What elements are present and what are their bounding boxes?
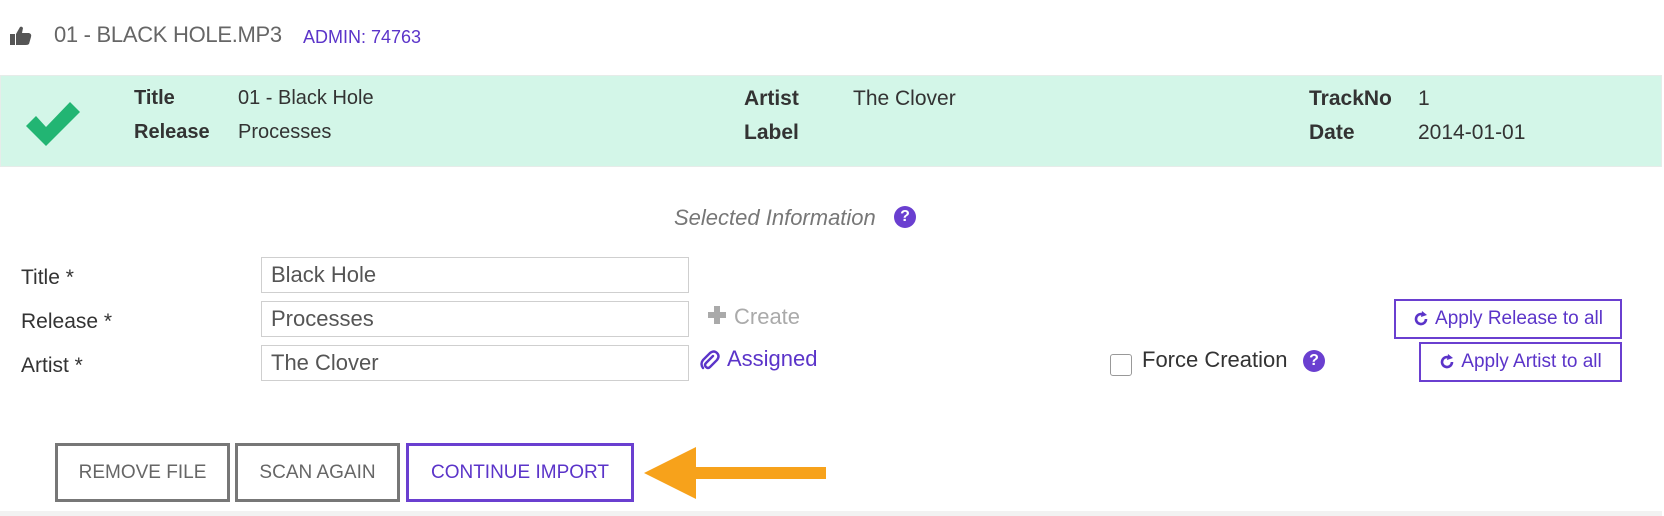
refresh-icon <box>1440 354 1454 369</box>
match-artist-value: The Clover <box>853 87 956 110</box>
plus-icon <box>708 306 726 324</box>
match-trackno-value: 1 <box>1418 87 1430 110</box>
match-label-label: Label <box>744 121 799 144</box>
title-field-label: Title * <box>21 266 74 289</box>
selected-information-heading: Selected Information <box>674 205 876 230</box>
arrow-left-icon <box>644 447 826 499</box>
apply-artist-label: Apply Artist to all <box>1461 351 1602 372</box>
release-input[interactable] <box>261 301 689 337</box>
match-date-label: Date <box>1309 121 1355 144</box>
divider <box>0 511 1662 516</box>
force-creation-label: Force Creation <box>1142 347 1288 372</box>
help-icon[interactable]: ? <box>1303 350 1325 372</box>
artist-input[interactable] <box>261 345 689 381</box>
assigned-artist-link[interactable]: Assigned <box>727 346 818 372</box>
admin-id-link[interactable]: ADMIN: 74763 <box>303 27 421 48</box>
title-input[interactable] <box>261 257 689 293</box>
checkmark-icon <box>26 102 80 146</box>
scan-again-button[interactable]: SCAN AGAIN <box>235 443 400 502</box>
match-artist-label: Artist <box>744 87 799 110</box>
apply-release-label: Apply Release to all <box>1435 308 1603 329</box>
apply-release-to-all-button[interactable]: Apply Release to all <box>1394 299 1622 339</box>
match-release-label: Release <box>134 121 210 143</box>
remove-file-button[interactable]: REMOVE FILE <box>55 443 230 502</box>
file-name: 01 - BLACK HOLE.MP3 <box>54 22 282 47</box>
create-release-link[interactable]: Create <box>734 304 800 330</box>
match-release-value: Processes <box>238 121 332 143</box>
release-field-label: Release * <box>21 310 113 333</box>
refresh-icon <box>1414 311 1428 326</box>
match-title-value: 01 - Black Hole <box>238 87 374 109</box>
paperclip-icon <box>700 350 720 370</box>
continue-import-button[interactable]: CONTINUE IMPORT <box>406 443 634 502</box>
match-date-value: 2014-01-01 <box>1418 121 1526 144</box>
artist-field-label: Artist * <box>21 354 83 377</box>
force-creation-checkbox[interactable] <box>1110 354 1132 376</box>
apply-artist-to-all-button[interactable]: Apply Artist to all <box>1419 342 1622 382</box>
match-trackno-label: TrackNo <box>1309 87 1392 110</box>
match-title-label: Title <box>134 87 175 109</box>
help-icon[interactable]: ? <box>894 206 916 228</box>
thumbs-up-icon <box>10 26 32 45</box>
